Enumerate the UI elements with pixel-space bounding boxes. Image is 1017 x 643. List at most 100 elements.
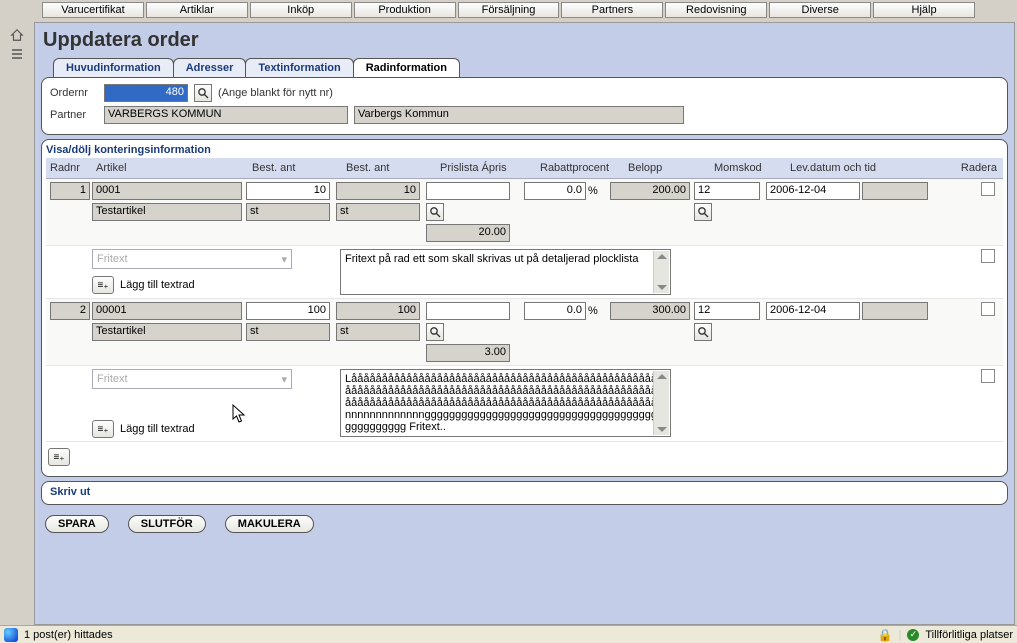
menu-hjalp[interactable]: Hjälp [873, 2, 975, 18]
unit2-input: st [336, 203, 420, 221]
print-panel: Skriv ut [41, 481, 1008, 505]
scrollbar[interactable] [653, 251, 669, 293]
prislista-lookup-icon[interactable] [426, 323, 444, 341]
apris-input: 20.00 [426, 224, 510, 242]
best-ant1-input[interactable]: 10 [246, 182, 330, 200]
add-row-button[interactable]: ≡₊ [48, 448, 70, 466]
menu-redovisning[interactable]: Redovisning [665, 2, 767, 18]
grid-row: 2 00001 Testartikel 100 st 100 st 3.00 [46, 299, 1003, 366]
spara-button[interactable]: SPARA [45, 515, 109, 533]
tab-adresser[interactable]: Adresser [173, 58, 247, 77]
fritext-select[interactable]: Fritext ▾ [92, 369, 292, 389]
main-menu: Varucertifikat Artiklar Inköp Produktion… [0, 0, 1017, 20]
rabatt-unit: % [588, 185, 598, 197]
menu-produktion[interactable]: Produktion [354, 2, 456, 18]
status-text: 1 post(er) hittades [24, 629, 113, 641]
col-belopp: Belopp [626, 162, 712, 174]
levtid-input[interactable] [862, 302, 928, 320]
levdatum-input[interactable]: 2006-12-04 [766, 302, 860, 320]
check-icon: ✓ [907, 629, 919, 641]
fritext-placeholder: Fritext [97, 373, 128, 385]
add-textline-button[interactable]: ≡₊ [92, 420, 114, 438]
grid-row-fritext: Fritext ▾ ≡₊ Lägg till textrad Fritext p… [46, 246, 1003, 299]
prislista-lookup-icon[interactable] [426, 203, 444, 221]
col-radera: Radera [954, 162, 1001, 174]
fritext-content: Lååååååååååååååååååååååååååååååååååååååå… [345, 373, 663, 433]
grid-row-fritext: Fritext ▾ ≡₊ Lägg till textrad Låååååååå… [46, 366, 1003, 442]
col-artikel: Artikel [94, 162, 250, 174]
status-bar: 1 post(er) hittades 🔒 | ✓ Tillförlitliga… [0, 625, 1017, 643]
menu-inkop[interactable]: Inköp [250, 2, 352, 18]
momskod-input[interactable]: 12 [694, 302, 760, 320]
chevron-down-icon: ▾ [281, 373, 287, 386]
menu-diverse[interactable]: Diverse [769, 2, 871, 18]
tab-radinformation[interactable]: Radinformation [353, 58, 460, 77]
list-icon[interactable] [9, 48, 25, 64]
makulera-button[interactable]: MAKULERA [225, 515, 314, 533]
momskod-lookup-icon[interactable] [694, 203, 712, 221]
momskod-input[interactable]: 12 [694, 182, 760, 200]
ordernr-lookup-icon[interactable] [194, 84, 212, 102]
levdatum-input[interactable]: 2006-12-04 [766, 182, 860, 200]
belopp-input: 200.00 [610, 182, 690, 200]
artikel-code-input[interactable]: 0001 [92, 182, 242, 200]
belopp-input: 300.00 [610, 302, 690, 320]
best-ant2-input: 100 [336, 302, 420, 320]
order-header-panel: Ordernr 480 (Ange blankt för nytt nr) Pa… [41, 77, 1008, 135]
menu-artiklar[interactable]: Artiklar [146, 2, 248, 18]
kontering-toggle[interactable]: Visa/dölj konteringsinformation [46, 144, 1003, 156]
row-nr: 1 [50, 182, 90, 200]
menu-varucertifikat[interactable]: Varucertifikat [42, 2, 144, 18]
sidebar [0, 20, 34, 625]
levtid-input[interactable] [862, 182, 928, 200]
partner-code-input[interactable]: VARBERGS KOMMUN [104, 106, 348, 124]
rabatt-input[interactable]: 0.0 [524, 182, 586, 200]
lock-icon: 🔒 [878, 628, 893, 642]
col-momskod: Momskod [712, 162, 788, 174]
fritext-textarea[interactable]: Lååååååååååååååååååååååååååååååååååååååå… [340, 369, 671, 437]
artikel-name-input: Testartikel [92, 203, 242, 221]
tab-textinformation[interactable]: Textinformation [245, 58, 353, 77]
unit2-input: st [336, 323, 420, 341]
radera-checkbox[interactable] [981, 302, 995, 316]
home-icon[interactable] [9, 28, 25, 44]
unit1-input: st [246, 323, 330, 341]
ordernr-hint: (Ange blankt för nytt nr) [218, 87, 333, 99]
radera-fritext-checkbox[interactable] [981, 369, 995, 383]
menu-forsaljning[interactable]: Försäljning [458, 2, 560, 18]
ordernr-label: Ordernr [50, 87, 98, 99]
artikel-name-input: Testartikel [92, 323, 242, 341]
slutfor-button[interactable]: SLUTFÖR [128, 515, 206, 533]
radera-fritext-checkbox[interactable] [981, 249, 995, 263]
add-textline-button[interactable]: ≡₊ [92, 276, 114, 294]
menu-partners[interactable]: Partners [561, 2, 663, 18]
rabatt-unit: % [588, 305, 598, 317]
print-section-title[interactable]: Skriv ut [50, 486, 999, 498]
col-radnr: Radnr [48, 162, 94, 174]
ordernr-input[interactable]: 480 [104, 84, 188, 102]
momskod-lookup-icon[interactable] [694, 323, 712, 341]
radera-checkbox[interactable] [981, 182, 995, 196]
col-levdatum: Lev.datum och tid [788, 162, 954, 174]
fritext-textarea[interactable]: Fritext på rad ett som skall skrivas ut … [340, 249, 671, 295]
best-ant2-input: 10 [336, 182, 420, 200]
tab-bar: Huvudinformation Adresser Textinformatio… [53, 58, 1008, 77]
fritext-placeholder: Fritext [97, 253, 128, 265]
grid-row: 1 0001 Testartikel 10 st 10 st 20.00 [46, 179, 1003, 246]
partner-name-input: Varbergs Kommun [354, 106, 684, 124]
tab-huvudinformation[interactable]: Huvudinformation [53, 58, 174, 77]
fritext-select[interactable]: Fritext ▾ [92, 249, 292, 269]
artikel-code-input[interactable]: 00001 [92, 302, 242, 320]
action-bar: SPARA SLUTFÖR MAKULERA [41, 509, 1008, 539]
zone-text: Tillförlitliga platser [925, 629, 1013, 641]
unit1-input: st [246, 203, 330, 221]
best-ant1-input[interactable]: 100 [246, 302, 330, 320]
fritext-content: Fritext på rad ett som skall skrivas ut … [345, 253, 638, 265]
main-content: Uppdatera order Huvudinformation Adresse… [34, 22, 1015, 625]
scrollbar[interactable] [653, 371, 669, 435]
col-bestant1: Best. ant [250, 162, 344, 174]
rabatt-input[interactable]: 0.0 [524, 302, 586, 320]
prislista-input[interactable] [426, 182, 510, 200]
col-prislista: Prislista Ápris [438, 162, 538, 174]
prislista-input[interactable] [426, 302, 510, 320]
